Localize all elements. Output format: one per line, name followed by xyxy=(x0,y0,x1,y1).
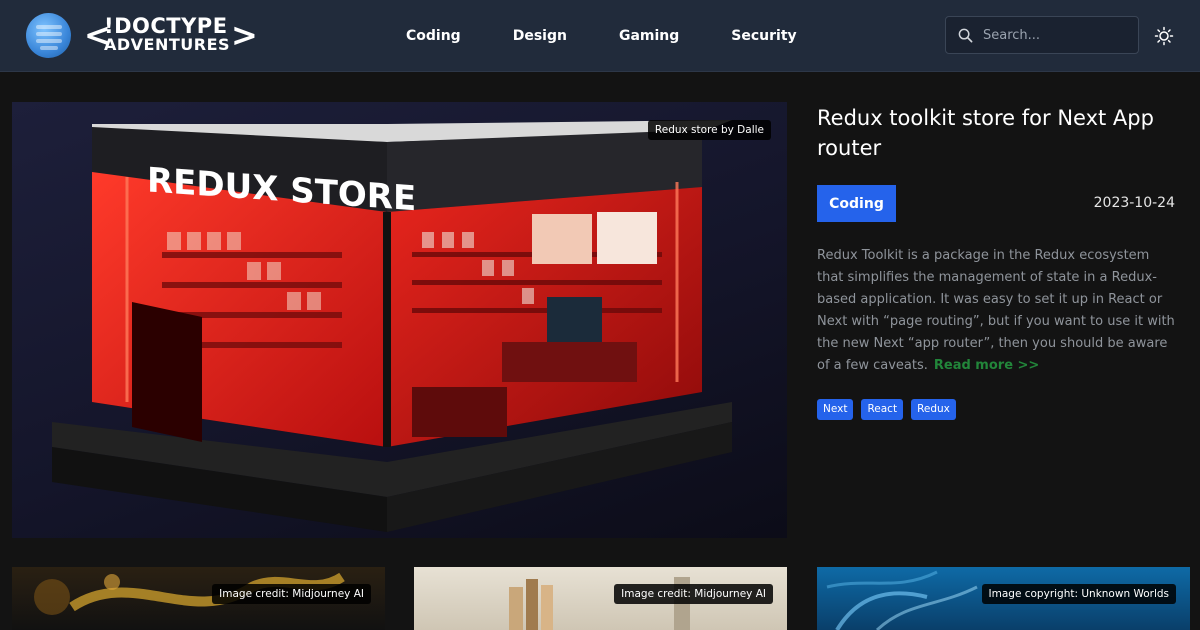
hero-description-text: Redux Toolkit is a package in the Redux … xyxy=(817,248,1175,373)
sun-icon xyxy=(1154,26,1174,46)
nav-link-design[interactable]: Design xyxy=(513,28,567,44)
card-image-credit: Image credit: Midjourney AI xyxy=(212,584,371,604)
tag-redux[interactable]: Redux xyxy=(911,399,956,420)
main-nav: Coding Design Gaming Security xyxy=(380,0,823,72)
logo-line1: !DOCTYPE xyxy=(104,14,228,38)
hero-title[interactable]: Redux toolkit store for Next App router xyxy=(817,103,1177,163)
tag-next[interactable]: Next xyxy=(817,399,854,420)
logo-wordmark[interactable]: < !DOCTYPE ADVENTURES > xyxy=(84,14,258,58)
nav-link-gaming[interactable]: Gaming xyxy=(619,28,679,44)
post-date: 2023-10-24 xyxy=(1093,195,1175,211)
post-card-image[interactable]: Image credit: Midjourney AI xyxy=(414,567,787,630)
tag-list: Next React Redux xyxy=(817,399,956,420)
hero-description: Redux Toolkit is a package in the Redux … xyxy=(817,245,1179,377)
search-box[interactable] xyxy=(945,16,1139,54)
redux-store-illustration: REDUX STORE xyxy=(52,120,732,532)
category-button[interactable]: Coding xyxy=(817,185,896,222)
card-image-credit: Image copyright: Unknown Worlds xyxy=(981,584,1176,604)
hero-image-credit: Redux store by Dalle xyxy=(647,120,771,140)
logo-bracket-right: > xyxy=(231,16,258,54)
nav-link-security[interactable]: Security xyxy=(731,28,796,44)
theme-toggle-button[interactable] xyxy=(1152,24,1176,48)
hero-image[interactable]: REDUX STORE Redux store by Dalle xyxy=(12,102,787,538)
site-header: < !DOCTYPE ADVENTURES > Coding Design Ga… xyxy=(0,0,1200,72)
logo-line2: ADVENTURES xyxy=(104,35,231,54)
read-more-link[interactable]: Read more >> xyxy=(934,358,1039,373)
card-image-credit: Image credit: Midjourney AI xyxy=(614,584,773,604)
logo-icon[interactable] xyxy=(26,13,71,58)
post-card-image[interactable]: Image copyright: Unknown Worlds xyxy=(817,567,1190,630)
search-input[interactable] xyxy=(983,27,1123,43)
tag-react[interactable]: React xyxy=(861,399,904,420)
search-icon xyxy=(958,28,973,42)
post-card-image[interactable]: Image credit: Midjourney AI xyxy=(12,567,385,630)
nav-link-coding[interactable]: Coding xyxy=(406,28,461,44)
